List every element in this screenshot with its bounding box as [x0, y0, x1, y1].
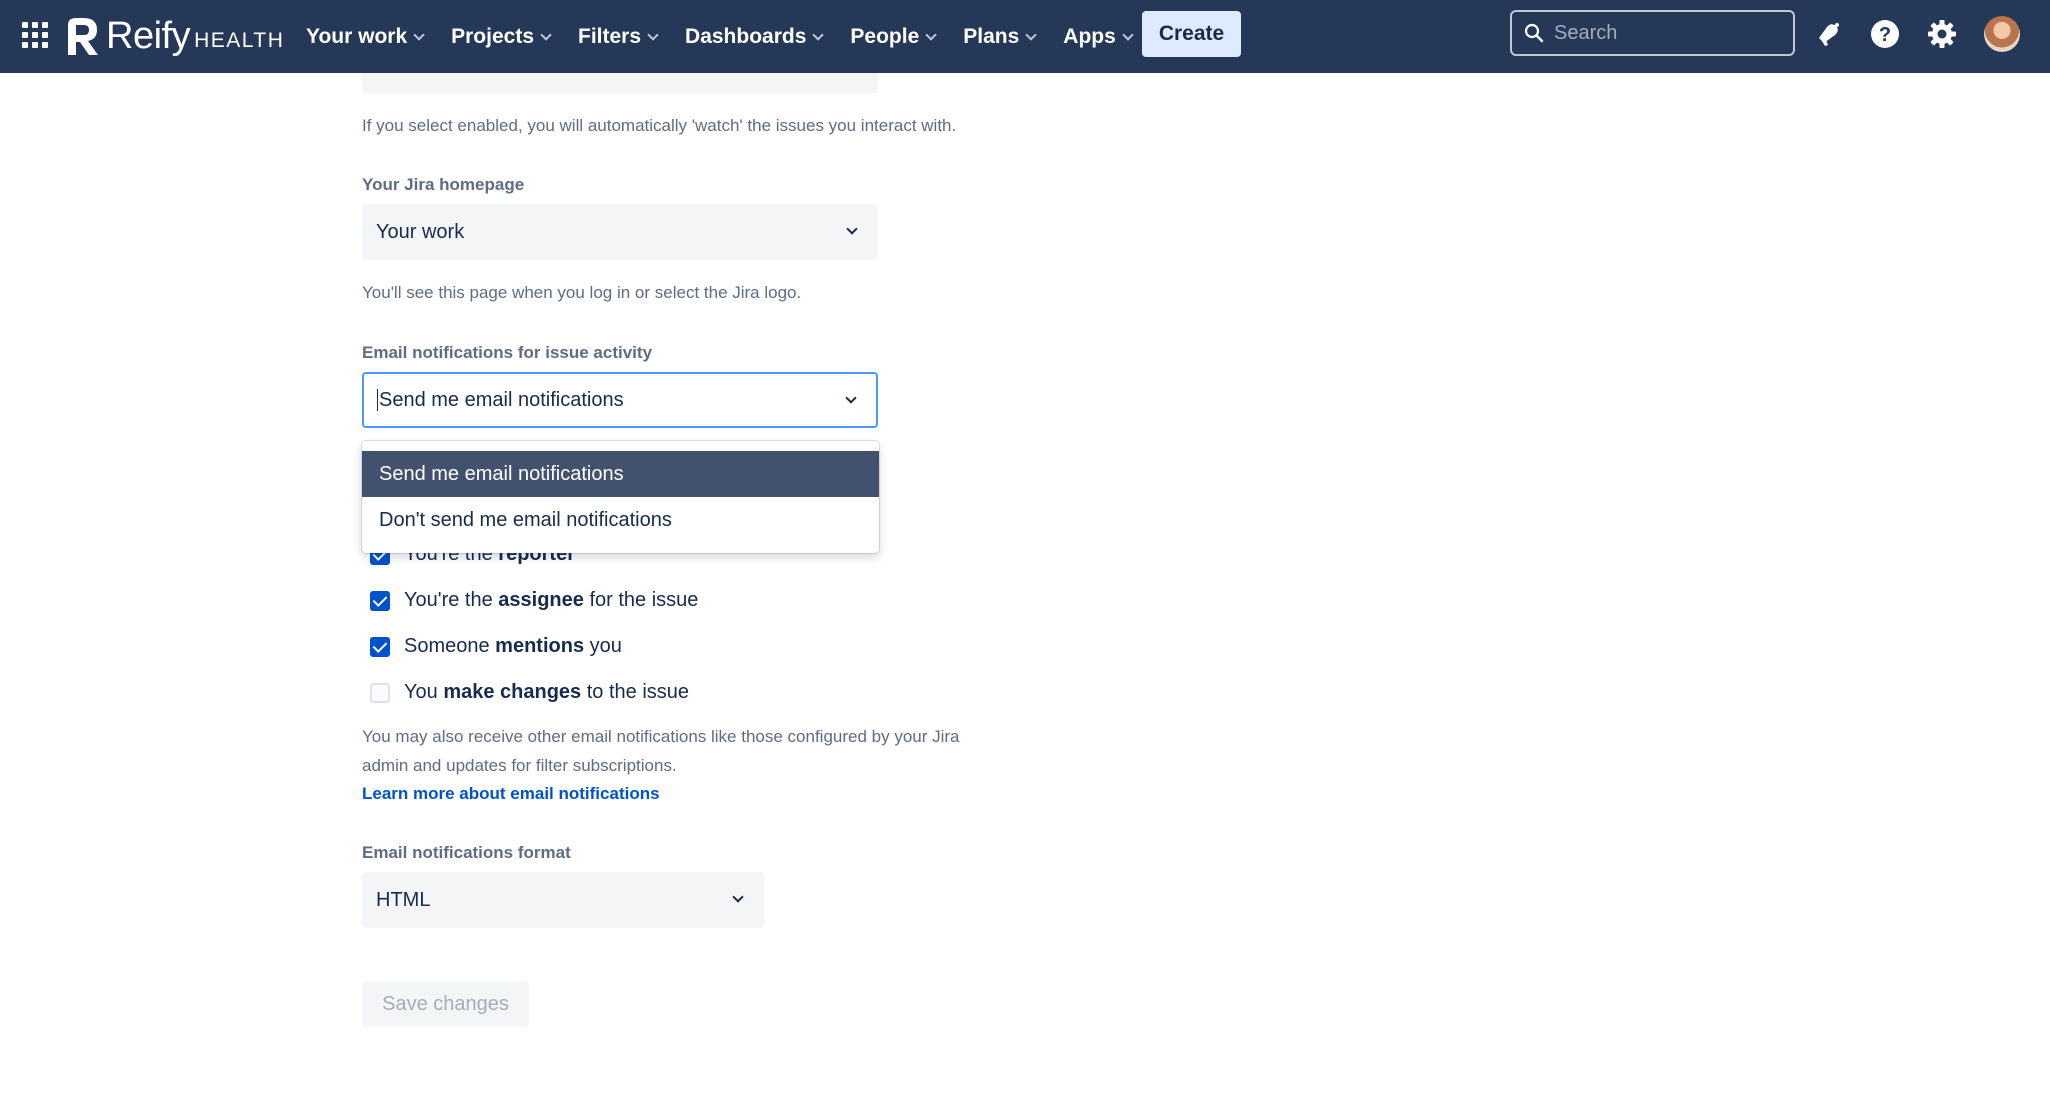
nav-item-apps[interactable]: Apps — [1063, 24, 1134, 49]
svg-text:?: ? — [1879, 24, 1891, 46]
chevron-down-icon — [845, 392, 857, 404]
checkbox-mentions[interactable]: Someone mentions you — [370, 635, 622, 658]
brand-suffix: HEALTH — [194, 29, 285, 52]
user-avatar[interactable] — [1984, 16, 2020, 52]
homepage-select-value: Your work — [376, 220, 465, 243]
checkbox-label-bold: mentions — [495, 635, 585, 657]
chevron-down-icon — [732, 891, 744, 903]
app-switcher-icon[interactable] — [22, 22, 48, 48]
checkbox-label-bold: make changes — [443, 681, 582, 703]
help-icon[interactable]: ? — [1869, 18, 1901, 50]
nav-item-filters[interactable]: Filters — [578, 24, 659, 49]
email-format-select[interactable]: HTML — [362, 872, 764, 928]
chevron-down-icon — [540, 28, 552, 41]
checkbox-label-bold: assignee — [498, 589, 584, 611]
checkbox-label-text: to the issue — [581, 681, 690, 703]
chevron-down-icon — [647, 28, 659, 41]
reify-logo-icon — [68, 18, 98, 55]
settings-gear-icon[interactable] — [1926, 18, 1958, 50]
checkbox-label-text: Someone — [404, 635, 496, 657]
nav-item-label: Dashboards — [685, 24, 807, 48]
email-activity-select[interactable]: Send me email notifications — [362, 372, 878, 428]
notifications-megaphone-icon[interactable] — [1812, 18, 1844, 50]
search-input[interactable] — [1554, 21, 1774, 45]
top-navigation-bar: Reify HEALTH Your work Projects Filters … — [0, 0, 2050, 73]
chevron-down-icon — [846, 223, 858, 235]
nav-item-your-work[interactable]: Your work — [306, 24, 425, 49]
homepage-select[interactable]: Your work — [362, 204, 878, 260]
chevron-down-icon — [413, 28, 425, 41]
nav-item-label: Apps — [1063, 24, 1116, 48]
dropdown-option-send[interactable]: Send me email notifications — [362, 451, 879, 497]
search-box[interactable] — [1510, 10, 1795, 56]
primary-nav: Your work Projects Filters Dashboards Pe… — [306, 0, 1160, 73]
chevron-down-icon — [812, 28, 825, 41]
homepage-helper-text: You'll see this page when you log in or … — [362, 283, 802, 302]
autowatch-helper-text: If you select enabled, you will automati… — [362, 116, 957, 135]
nav-item-label: Your work — [306, 24, 408, 48]
other-notifications-helper-line1: You may also receive other email notific… — [362, 727, 960, 746]
email-activity-dropdown-menu: Send me email notifications Don't send m… — [362, 441, 879, 553]
checkbox-label-text: you — [584, 635, 622, 657]
checkbox-make-changes[interactable]: You make changes to the issue — [370, 681, 689, 704]
email-format-select-value: HTML — [376, 888, 431, 911]
email-activity-select-value: Send me email notifications — [379, 388, 624, 411]
checkbox-label-text: for the issue — [583, 589, 699, 611]
search-icon — [1524, 23, 1544, 43]
checkbox-unchecked-icon — [370, 682, 390, 703]
autowatch-select[interactable] — [362, 73, 878, 93]
homepage-label: Your Jira homepage — [362, 175, 525, 194]
create-button[interactable]: Create — [1142, 11, 1241, 57]
dropdown-option-dont-send[interactable]: Don't send me email notifications — [362, 497, 879, 543]
text-cursor — [377, 389, 378, 411]
chevron-down-icon — [1122, 28, 1134, 41]
save-changes-button[interactable]: Save changes — [362, 981, 529, 1027]
nav-item-people[interactable]: People — [850, 24, 937, 49]
chevron-down-icon — [1025, 28, 1037, 41]
nav-item-label: Filters — [578, 24, 642, 48]
other-notifications-helper-line2: admin and updates for filter subscriptio… — [362, 756, 677, 775]
checkbox-assignee[interactable]: You're the assignee for the issue — [370, 589, 698, 612]
learn-more-email-notifications-link[interactable]: Learn more about email notifications — [362, 784, 660, 804]
nav-item-label: Plans — [963, 24, 1020, 48]
nav-item-dashboards[interactable]: Dashboards — [685, 24, 825, 49]
email-format-label: Email notifications format — [362, 843, 571, 862]
brand-name: Reify — [106, 14, 191, 57]
nav-item-label: People — [850, 24, 920, 48]
nav-item-label: Projects — [451, 24, 534, 48]
checkbox-checked-icon — [370, 636, 390, 657]
email-activity-label: Email notifications for issue activity — [362, 343, 653, 362]
checkbox-checked-icon — [370, 590, 390, 611]
nav-item-projects[interactable]: Projects — [451, 24, 552, 49]
nav-item-plans[interactable]: Plans — [963, 24, 1037, 49]
brand-logo[interactable]: Reify HEALTH — [64, 10, 284, 62]
checkbox-label-text: You — [404, 681, 444, 703]
checkbox-label-text: You're the — [404, 589, 499, 611]
chevron-down-icon — [925, 28, 937, 41]
